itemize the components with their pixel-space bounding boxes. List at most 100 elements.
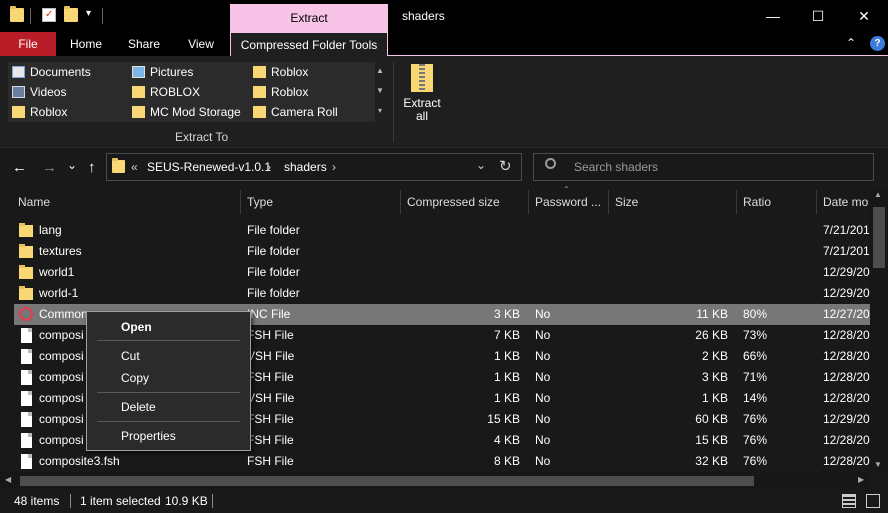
- file-ratio: 76%: [743, 454, 768, 468]
- breadcrumb-separator[interactable]: ›: [332, 160, 336, 174]
- file-type: INC File: [247, 307, 291, 321]
- file-row[interactable]: world-1 File folder 12/29/20: [14, 283, 870, 304]
- column-divider[interactable]: [400, 190, 401, 214]
- item-count: 48 items: [14, 494, 60, 508]
- file-compressed-size: 1 KB: [493, 391, 520, 405]
- menu-item-cut[interactable]: Cut: [121, 349, 140, 363]
- file-size: 2 KB: [701, 349, 728, 363]
- gallery-scroll-up-icon[interactable]: ▲: [376, 66, 384, 75]
- minimize-button[interactable]: —: [750, 0, 796, 32]
- tab-share[interactable]: Share: [118, 32, 170, 56]
- column-header-type[interactable]: Type: [247, 195, 273, 209]
- file-compressed-size: 1 KB: [493, 349, 520, 363]
- scroll-right-icon[interactable]: ▶: [858, 475, 864, 484]
- scroll-left-icon[interactable]: ◀: [5, 475, 11, 484]
- folder-icon: [253, 66, 266, 78]
- refresh-icon[interactable]: ↻: [499, 157, 512, 175]
- vertical-scroll-thumb[interactable]: [873, 207, 885, 268]
- file-row[interactable]: world1 File folder 12/29/20: [14, 262, 870, 283]
- extract-to-pictures[interactable]: Pictures: [130, 63, 193, 81]
- extract-to-label: MC Mod Storage: [150, 105, 241, 119]
- file-type: VSH File: [247, 391, 295, 405]
- file-compressed-size: 7 KB: [493, 328, 520, 342]
- column-header-name[interactable]: Name: [18, 195, 50, 209]
- column-divider[interactable]: [240, 190, 241, 214]
- maximize-button[interactable]: ☐: [795, 0, 841, 32]
- file-date-modified: 12/28/20: [823, 349, 870, 363]
- file-ratio: 66%: [743, 349, 768, 363]
- extract-to-label: Roblox: [30, 105, 68, 119]
- scroll-up-icon[interactable]: ▲: [874, 190, 882, 199]
- extract-to-videos[interactable]: Videos: [10, 83, 66, 101]
- breadcrumb-overflow[interactable]: «: [131, 160, 138, 174]
- gallery-scroll-down-icon[interactable]: ▼: [376, 86, 384, 95]
- menu-item-copy[interactable]: Copy: [121, 371, 149, 385]
- collapse-ribbon-icon[interactable]: ⌃: [846, 36, 856, 50]
- gallery-more-icon[interactable]: ▾: [376, 106, 384, 115]
- file-row[interactable]: composite3.fsh FSH File 8 KB No 32 KB 76% 12/2…: [14, 451, 870, 472]
- breadcrumb-seus-renewed[interactable]: SEUS-Renewed-v1.0.1: [147, 160, 271, 174]
- file-password: No: [535, 349, 551, 363]
- document-icon: [21, 433, 32, 448]
- tab-home[interactable]: Home: [60, 32, 112, 56]
- extract-to-documents[interactable]: Documents: [10, 63, 91, 81]
- tab-view[interactable]: View: [176, 32, 226, 56]
- close-button[interactable]: ✕: [841, 0, 887, 32]
- menu-item-properties[interactable]: Properties: [121, 429, 176, 443]
- column-header-ratio[interactable]: Ratio: [743, 195, 771, 209]
- tab-file[interactable]: File: [0, 32, 56, 56]
- extract-to-roblox-1[interactable]: Roblox: [251, 63, 308, 81]
- properties-icon[interactable]: ✓: [42, 8, 56, 22]
- extract-to-roblox-2[interactable]: Roblox: [251, 83, 308, 101]
- help-icon[interactable]: ?: [870, 36, 885, 51]
- extract-to-roblox-upper[interactable]: ROBLOX: [130, 83, 200, 101]
- extract-to-camera-roll[interactable]: Camera Roll: [251, 103, 338, 121]
- column-divider[interactable]: [816, 190, 817, 214]
- up-icon[interactable]: ↑: [88, 159, 96, 176]
- large-icons-view-icon[interactable]: [866, 494, 880, 508]
- folder-icon: [112, 158, 125, 173]
- tab-compressed-folder-tools[interactable]: Compressed Folder Tools: [230, 32, 388, 56]
- breadcrumb-separator[interactable]: ›: [267, 160, 271, 174]
- file-password: No: [535, 433, 551, 447]
- horizontal-scroll-thumb[interactable]: [20, 476, 754, 486]
- extract-to-mc-mod-storage[interactable]: MC Mod Storage: [130, 103, 241, 121]
- details-view-icon[interactable]: [842, 494, 856, 508]
- extract-all-button[interactable]: Extract all: [400, 60, 444, 126]
- file-name: Common: [39, 307, 88, 321]
- column-header-size[interactable]: Size: [615, 195, 638, 209]
- extract-to-label: Pictures: [150, 65, 194, 79]
- new-folder-icon[interactable]: [64, 6, 78, 22]
- column-divider[interactable]: [608, 190, 609, 214]
- file-row[interactable]: textures File folder 7/21/201: [14, 241, 870, 262]
- scroll-down-icon[interactable]: ▼: [874, 460, 882, 469]
- documents-icon: [12, 66, 25, 78]
- file-row[interactable]: lang File folder 7/21/201: [14, 220, 870, 241]
- menu-item-delete[interactable]: Delete: [121, 400, 156, 414]
- folder-icon: [19, 286, 33, 300]
- forward-icon[interactable]: →: [42, 159, 57, 176]
- recent-locations-icon[interactable]: ⌄: [67, 158, 77, 172]
- search-input[interactable]: Search shaders: [533, 153, 874, 181]
- file-date-modified: 12/28/20: [823, 391, 870, 405]
- extract-to-roblox-3[interactable]: Roblox: [10, 103, 67, 121]
- file-date-modified: 12/29/20: [823, 265, 870, 279]
- file-password: No: [535, 370, 551, 384]
- zip-folder-icon: [411, 64, 433, 92]
- file-name: textures: [39, 244, 82, 258]
- column-header-compressed-size[interactable]: Compressed size: [407, 195, 500, 209]
- file-compressed-size: 15 KB: [487, 412, 520, 426]
- file-ratio: 76%: [743, 412, 768, 426]
- column-divider[interactable]: [736, 190, 737, 214]
- breadcrumb-shaders[interactable]: shaders: [284, 160, 327, 174]
- menu-item-open[interactable]: Open: [121, 320, 152, 334]
- file-size: 3 KB: [701, 370, 728, 384]
- column-header-password[interactable]: Password ...: [535, 195, 601, 209]
- address-dropdown-icon[interactable]: ⌄: [476, 158, 486, 172]
- file-compressed-size: 8 KB: [493, 454, 520, 468]
- column-divider[interactable]: [528, 190, 529, 214]
- column-header-date-modified[interactable]: Date mo: [823, 195, 868, 209]
- back-icon[interactable]: ←: [12, 159, 27, 176]
- customize-quick-access-icon[interactable]: ▾: [86, 8, 91, 19]
- file-type: FSH File: [247, 433, 294, 447]
